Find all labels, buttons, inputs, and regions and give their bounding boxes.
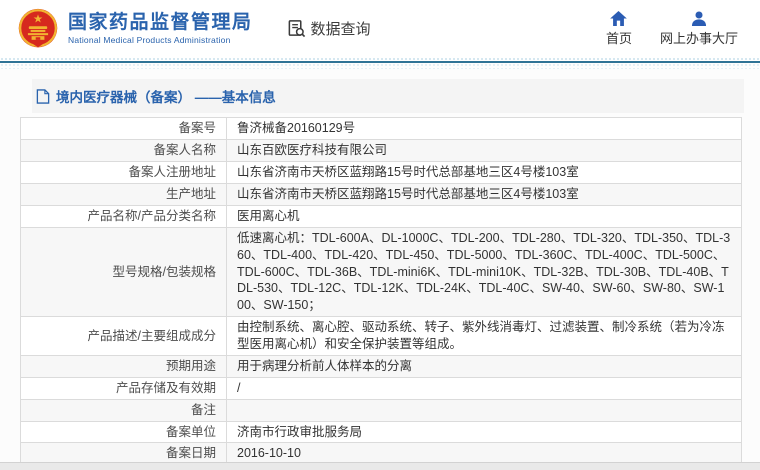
row-value: 山东省济南市天桥区蓝翔路15号时代总部基地三区4号楼103室: [226, 161, 742, 185]
header-nav: 首页 网上办事大厅: [605, 10, 746, 47]
row-label: 备案日期: [20, 442, 227, 462]
table-row: 备案日期 2016-10-10: [20, 442, 742, 462]
row-label: 备案人名称: [20, 139, 227, 163]
site-title-en: National Medical Products Administration: [68, 35, 231, 46]
breadcrumb: 境内医疗器械（备案） ——基本信息: [32, 79, 744, 114]
row-label: 备案单位: [20, 420, 227, 444]
document-search-icon: [288, 20, 305, 38]
table-row: 产品名称/产品分类名称 医用离心机: [20, 204, 742, 228]
row-value: 医用离心机: [226, 204, 742, 228]
home-icon: [610, 10, 628, 26]
site-title-cn: 国家药品监督管理局: [68, 11, 253, 33]
site-title: 国家药品监督管理局 National Medical Products Admi…: [68, 12, 253, 46]
footer-strip: [0, 462, 760, 470]
header: 国家药品监督管理局 National Medical Products Admi…: [0, 0, 760, 57]
table-row: 产品描述/主要组成成分 由控制系统、离心腔、驱动系统、转子、紫外线消毒灯、过滤装…: [20, 316, 742, 356]
table-row: 产品存储及有效期 /: [20, 376, 742, 400]
row-label: 产品名称/产品分类名称: [20, 204, 227, 228]
nav-online-hall-label: 网上办事大厅: [659, 30, 738, 46]
row-value: 山东省济南市天桥区蓝翔路15号时代总部基地三区4号楼103室: [226, 183, 742, 206]
row-value: 济南市行政审批服务局: [226, 420, 742, 444]
data-query-label: 数据查询: [310, 21, 371, 38]
row-label: 型号规格/包装规格: [20, 226, 227, 318]
row-value: 用于病理分析前人体样本的分离: [226, 354, 742, 378]
table-row: 备案人注册地址 山东省济南市天桥区蓝翔路15号时代总部基地三区4号楼103室: [20, 161, 742, 185]
row-value: 低速离心机：TDL-600A、DL-1000C、TDL-200、TDL-280、…: [226, 226, 742, 318]
row-value: /: [226, 376, 742, 400]
row-label: 备案人注册地址: [20, 161, 227, 185]
page: 国家药品监督管理局 National Medical Products Admi…: [0, 0, 760, 470]
nav-online-hall[interactable]: 网上办事大厅: [659, 10, 738, 47]
table-row: 生产地址 山东省济南市天桥区蓝翔路15号时代总部基地三区4号楼103室: [20, 183, 742, 206]
nav-home[interactable]: 首页: [605, 10, 632, 47]
national-emblem-icon: [18, 8, 58, 47]
row-label: 产品描述/主要组成成分: [20, 316, 227, 356]
record-info-table: 备案号 鲁济械备20160129号 备案人名称 山东百欧医疗科技有限公司 备案人…: [20, 117, 742, 462]
row-label: 产品存储及有效期: [20, 376, 227, 400]
table-row: 备案人名称 山东百欧医疗科技有限公司: [20, 139, 742, 163]
row-label: 备注: [20, 398, 227, 422]
nav-home-label: 首页: [605, 30, 632, 46]
data-query-tab[interactable]: 数据查询: [287, 18, 371, 39]
row-value: 2016-10-10: [226, 442, 742, 462]
main-content: 境内医疗器械（备案） ——基本信息 备案号 鲁济械备20160129号 备案人名…: [0, 69, 760, 462]
user-icon: [691, 10, 707, 26]
row-value: 由控制系统、离心腔、驱动系统、转子、紫外线消毒灯、过滤装置、制冷系统（若为冷冻型…: [226, 316, 742, 356]
table-row: 型号规格/包装规格 低速离心机：TDL-600A、DL-1000C、TDL-20…: [20, 226, 742, 318]
breadcrumb-label: 境内医疗器械（备案） ——基本信息: [56, 90, 276, 106]
table-row: 备案单位 济南市行政审批服务局: [20, 420, 742, 444]
row-label: 备案号: [20, 117, 227, 141]
table-row: 预期用途 用于病理分析前人体样本的分离: [20, 354, 742, 378]
row-value: 鲁济械备20160129号: [226, 117, 742, 141]
nmpa-logo[interactable]: 国家药品监督管理局 National Medical Products Admi…: [16, 7, 253, 51]
row-value: 山东百欧医疗科技有限公司: [226, 139, 742, 163]
table-row: 备案号 鲁济械备20160129号: [20, 117, 742, 141]
row-value: [226, 398, 742, 422]
document-icon: [36, 89, 50, 104]
row-label: 生产地址: [20, 183, 227, 206]
table-row: 备注: [20, 398, 742, 422]
row-label: 预期用途: [20, 354, 227, 378]
